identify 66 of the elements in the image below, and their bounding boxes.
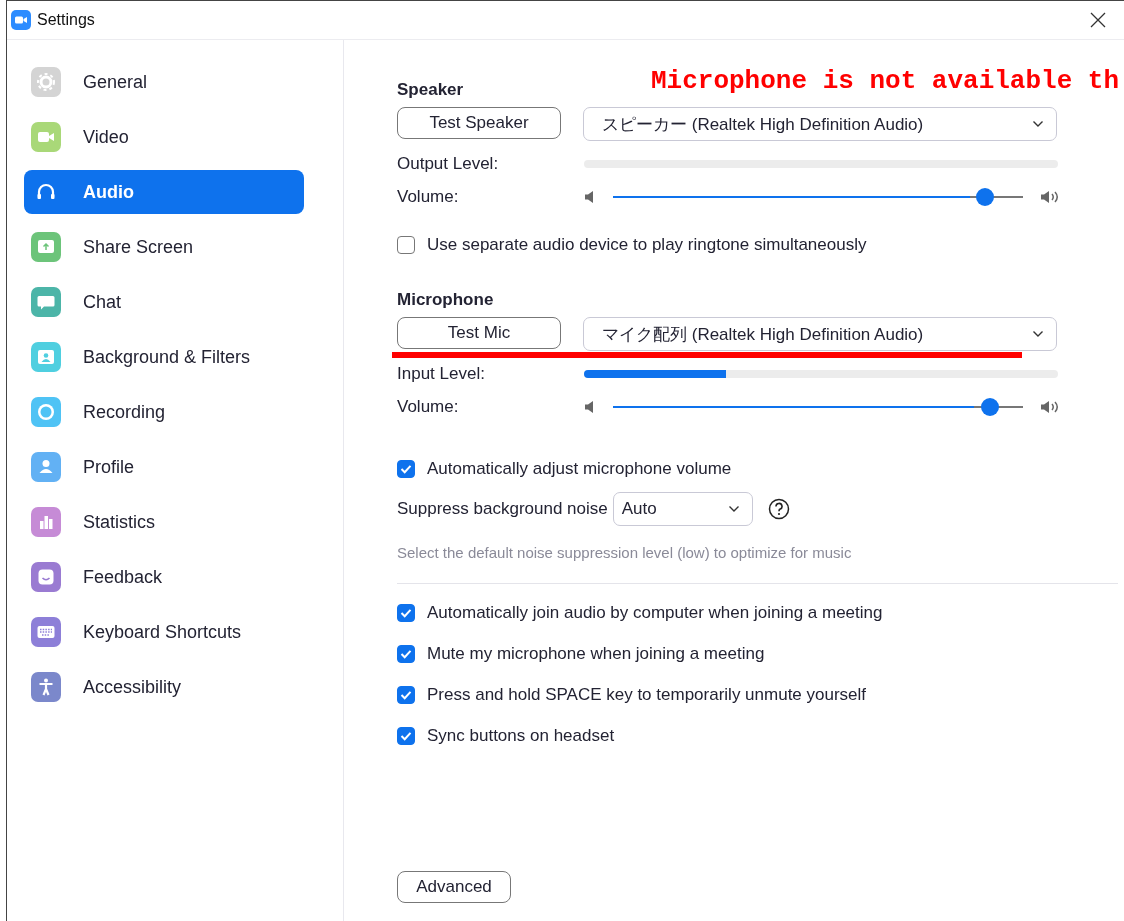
sidebar-item[interactable]: Statistics xyxy=(24,500,304,544)
suppress-noise-label: Suppress background noise xyxy=(397,499,608,519)
speaker-quiet-icon xyxy=(584,400,596,414)
smiley-icon xyxy=(31,562,61,592)
close-icon xyxy=(1090,12,1106,28)
slider-thumb[interactable] xyxy=(976,188,995,206)
caret-icon xyxy=(1032,330,1044,338)
checkbox-label: Mute my microphone when joining a meeting xyxy=(427,644,765,664)
speech-bubble-icon xyxy=(31,287,61,317)
sidebar-item[interactable]: Background & Filters xyxy=(24,335,304,379)
checkmark-icon xyxy=(399,688,413,702)
checkbox-label: Automatically adjust microphone volume xyxy=(427,459,732,479)
window-title: Settings xyxy=(37,11,95,29)
checkbox[interactable] xyxy=(397,645,415,663)
checkbox[interactable] xyxy=(397,727,415,745)
video-camera-icon xyxy=(31,122,61,152)
checkbox[interactable] xyxy=(397,236,415,254)
checkbox[interactable] xyxy=(397,460,415,478)
checkbox[interactable] xyxy=(397,686,415,704)
checkbox-label: Automatically join audio by computer when joining a meeting xyxy=(427,603,883,623)
checkbox[interactable] xyxy=(397,604,415,622)
checkmark-icon xyxy=(399,647,413,661)
sidebar-item[interactable]: Profile xyxy=(24,445,304,489)
accessibility-icon xyxy=(31,672,61,702)
sidebar-item[interactable]: Keyboard Shortcuts xyxy=(24,610,304,654)
checkbox-label: Sync buttons on headset xyxy=(427,726,615,746)
level-label: Output Level: xyxy=(397,154,500,174)
sidebar-item[interactable]: General xyxy=(24,60,304,104)
checkbox-label: Use separate audio device to play ringtone simultaneously xyxy=(427,235,867,255)
sidebar-item[interactable]: Share Screen xyxy=(24,225,304,269)
sidebar-item[interactable]: Feedback xyxy=(24,555,304,599)
sidebar-item[interactable]: Accessibility xyxy=(24,665,304,709)
sidebar-item[interactable]: Chat xyxy=(24,280,304,324)
section-heading: Microphone xyxy=(397,290,494,310)
section-heading: Speaker xyxy=(397,80,464,100)
checkmark-icon xyxy=(399,729,413,743)
volume-label: Volume: xyxy=(397,187,460,207)
keyboard-icon xyxy=(31,617,61,647)
hint-text: Select the default noise suppression level (low) to optimize for music xyxy=(397,544,853,561)
caret-icon xyxy=(727,505,740,513)
volume-label: Volume: xyxy=(397,397,460,417)
speaker-quiet-icon xyxy=(584,190,596,204)
annotation-text: Microphone is not available th xyxy=(651,66,1120,96)
device-dropdown[interactable]: マイク配列 (Realtek High Definition Audio) xyxy=(583,317,1057,351)
person-icon xyxy=(31,452,61,482)
person-picture-icon xyxy=(31,342,61,372)
noise-dropdown[interactable]: Auto xyxy=(612,492,753,526)
checkbox-label: Press and hold SPACE key to temporarily unmute yourself xyxy=(427,685,867,705)
gear-icon xyxy=(31,67,61,97)
test-button[interactable]: Test Mic xyxy=(397,317,561,349)
app-logo-icon xyxy=(11,10,31,30)
caret-icon xyxy=(1032,120,1044,128)
level-label: Input Level: xyxy=(397,364,486,384)
slider-thumb[interactable] xyxy=(980,398,999,416)
sidebar-item[interactable]: Video xyxy=(24,115,304,159)
checkmark-icon xyxy=(399,606,413,620)
share-screen-icon xyxy=(31,232,61,262)
test-button[interactable]: Test Speaker xyxy=(397,107,561,139)
sidebar-item[interactable]: Audio xyxy=(24,170,304,214)
help-icon[interactable] xyxy=(767,498,790,520)
bar-chart-icon xyxy=(31,507,61,537)
checkmark-icon xyxy=(399,462,413,476)
advanced-button[interactable]: Advanced xyxy=(397,871,511,903)
record-icon xyxy=(31,397,61,427)
sidebar-item[interactable]: Recording xyxy=(24,390,304,434)
device-dropdown[interactable]: スピーカー (Realtek High Definition Audio) xyxy=(583,107,1057,141)
